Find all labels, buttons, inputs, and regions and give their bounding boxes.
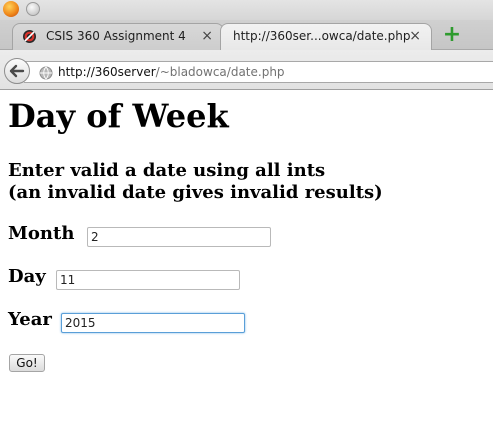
year-input[interactable]	[61, 313, 245, 333]
day-input[interactable]	[56, 270, 240, 290]
month-input[interactable]	[87, 227, 271, 247]
window-close-button[interactable]	[26, 2, 40, 16]
tab-csis-assignment[interactable]: CSIS 360 Assignment 4 ×	[12, 23, 224, 50]
instruction-line-1: Enter valid a date using all ints	[8, 160, 326, 181]
browser-logo-icon	[3, 1, 19, 17]
url-path: /~bladowca/date.php	[155, 65, 285, 79]
tab-label: http://360ser...owca/date.php	[233, 29, 411, 43]
page-title: Day of Week	[8, 97, 229, 135]
url-host: http://360server	[58, 65, 156, 79]
tab-close-icon[interactable]: ×	[409, 24, 421, 49]
year-label: Year	[8, 309, 52, 330]
tab-close-icon[interactable]: ×	[201, 24, 213, 49]
instruction-line-2: (an invalid date gives invalid results)	[8, 182, 383, 203]
browser-chrome: CSIS 360 Assignment 4 × http://360ser...…	[0, 0, 493, 90]
month-label: Month	[8, 223, 75, 244]
go-button[interactable]: Go!	[9, 354, 45, 372]
back-button[interactable]	[4, 58, 30, 84]
tab-date-php[interactable]: http://360ser...owca/date.php ×	[220, 23, 432, 50]
navigation-bar: http://360server/~bladowca/date.php	[0, 50, 493, 90]
page-content: Day of Week Enter valid a date using all…	[0, 90, 493, 429]
back-arrow-icon	[9, 64, 25, 78]
day-label: Day	[8, 266, 46, 287]
url-text: http://360server/~bladowca/date.php	[58, 65, 285, 79]
window-titlebar	[0, 0, 493, 20]
globe-icon	[39, 66, 53, 80]
new-tab-icon[interactable]: +	[442, 24, 462, 46]
url-bar[interactable]: http://360server/~bladowca/date.php	[24, 61, 493, 83]
tab-label: CSIS 360 Assignment 4	[46, 29, 186, 43]
site-favicon-icon	[23, 30, 36, 43]
tab-strip: CSIS 360 Assignment 4 × http://360ser...…	[0, 20, 493, 50]
